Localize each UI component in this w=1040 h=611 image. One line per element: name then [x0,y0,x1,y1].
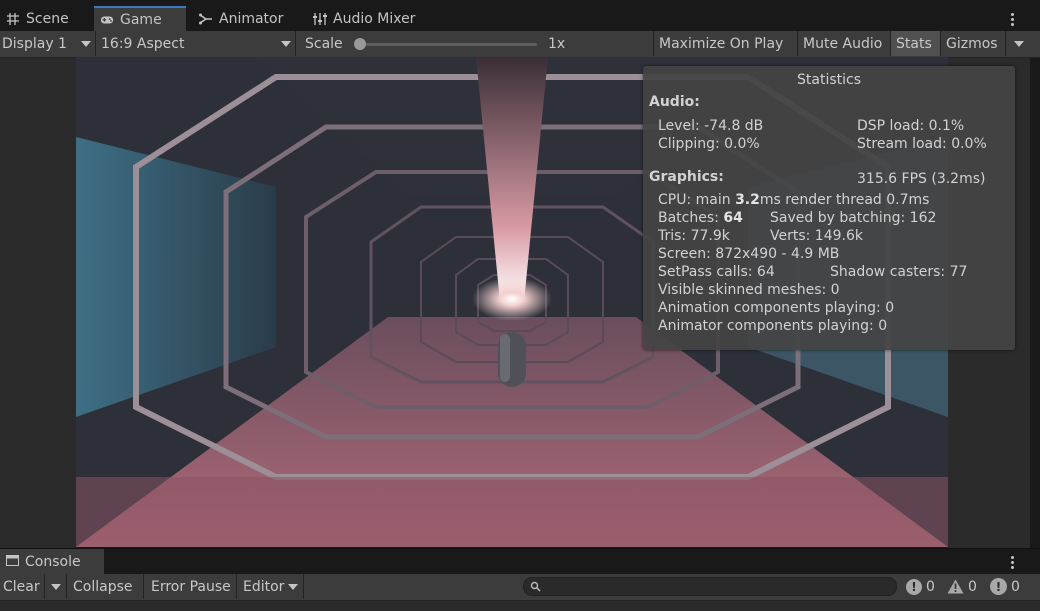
stats-batches-prefix: Batches: [658,210,724,226]
grid-icon [6,12,20,26]
tab-scene-label: Scene [26,11,69,27]
aspect-dropdown-label: 16:9 Aspect [101,35,185,52]
stats-clipping: Clipping: 0.0% [658,136,760,152]
statistics-panel: Statistics Audio: Level: -74.8 dB DSP lo… [643,66,1015,350]
scale-slider-track[interactable] [357,43,537,46]
scale-label: Scale [305,35,343,52]
console-menu-kebab-icon[interactable] [1006,552,1018,572]
error-icon: ! [990,578,1007,595]
gizmos-button[interactable]: Gizmos [940,31,1005,56]
stats-cpu-suffix: ms render thread 0.7ms [759,192,930,208]
gizmos-dropdown[interactable] [1005,31,1032,56]
stats-saved-by-batching: Saved by batching: 162 [770,210,937,226]
gizmos-label: Gizmos [946,35,998,52]
tab-menu-kebab-icon[interactable] [1006,9,1018,29]
editor-label: Editor [243,578,285,595]
console-toolbar: Clear Collapse Error Pause Editor ! 0 0 … [0,574,1040,601]
warning-count-toggle[interactable]: 0 [947,574,977,599]
console-log-area [0,601,1040,611]
stats-batches: Batches: 64 [658,210,743,226]
stats-audio-header: Audio: [649,94,700,110]
stats-title: Statistics [797,72,861,88]
tab-game-label: Game [120,11,162,28]
stats-cpu-prefix: CPU: main [658,192,736,208]
tab-animator-label: Animator [219,11,284,27]
stats-fps: 315.6 FPS (3.2ms) [857,171,986,187]
stats-label: Stats [896,35,932,52]
stats-cpu-main: 3.2 [735,192,760,208]
error-pause-button[interactable]: Error Pause [145,574,237,599]
chevron-down-icon [81,40,91,47]
maximize-on-play-button[interactable]: Maximize On Play [653,31,793,56]
stats-setpass: SetPass calls: 64 [658,264,775,280]
stats-skinned-meshes: Visible skinned meshes: 0 [658,282,840,298]
stats-animation-components: Animation components playing: 0 [658,300,895,316]
tab-console[interactable]: Console [0,549,104,574]
chevron-down-icon [50,583,61,590]
collapse-label: Collapse [73,578,133,595]
scale-value: 1x [548,35,566,52]
clear-label: Clear [3,578,40,595]
editor-dropdown[interactable]: Editor [238,574,304,599]
maximize-on-play-label: Maximize On Play [659,35,784,52]
stats-verts: Verts: 149.6k [770,228,863,244]
gamepad-icon [100,13,114,27]
warning-icon [947,579,964,594]
tab-scene[interactable]: Scene [0,7,93,31]
scale-slider-thumb[interactable] [354,38,366,50]
console-tab-bar [0,548,1040,575]
chevron-down-icon [1014,40,1024,47]
chevron-down-icon [288,583,299,590]
tab-animator[interactable]: Animator [193,7,303,31]
info-icon: ! [906,578,922,595]
console-search-input[interactable] [523,577,897,596]
letterbox-left [0,58,76,548]
tab-bar: Scene Game Animator Audio Mixer [0,6,1040,32]
stats-animator-components: Animator components playing: 0 [658,318,888,334]
mixer-icon [313,12,327,26]
chevron-down-icon [281,40,291,47]
stats-tris: Tris: 77.9k [658,228,730,244]
clear-button[interactable]: Clear [0,574,45,599]
tab-audio-mixer[interactable]: Audio Mixer [307,7,437,31]
tab-game[interactable]: Game [94,6,186,31]
stats-shadow-casters: Shadow casters: 77 [830,264,968,280]
error-count-toggle[interactable]: ! 0 [990,574,1020,599]
warning-count: 0 [968,578,977,595]
mute-audio-button[interactable]: Mute Audio [797,31,890,56]
aspect-dropdown[interactable]: 16:9 Aspect [97,31,296,56]
animator-icon [199,12,213,26]
mute-audio-label: Mute Audio [803,35,883,52]
display-dropdown-label: Display 1 [2,35,67,52]
search-icon [530,581,541,592]
log-count-toggle[interactable]: ! 0 [906,574,935,599]
console-icon [6,554,19,570]
stats-dsp-load: DSP load: 0.1% [857,118,965,134]
stats-stream-load: Stream load: 0.0% [857,136,987,152]
stats-cpu: CPU: main 3.2ms render thread 0.7ms [658,192,929,208]
tab-audio-mixer-label: Audio Mixer [333,11,416,27]
display-dropdown[interactable]: Display 1 [0,31,96,56]
stats-graphics-header: Graphics: [649,169,724,185]
game-toolbar: Display 1 16:9 Aspect Scale 1x Maximize … [0,31,1040,58]
stats-button[interactable]: Stats [890,31,940,56]
collapse-button[interactable]: Collapse [68,574,144,599]
window-edge [1030,58,1040,548]
log-count: 0 [926,578,935,595]
error-count: 0 [1011,578,1020,595]
stats-screen: Screen: 872x490 - 4.9 MB [658,246,840,262]
tab-console-label: Console [25,553,81,570]
error-pause-label: Error Pause [151,578,231,595]
clear-options-dropdown[interactable] [45,574,67,599]
stats-batches-value: 64 [723,210,743,226]
stats-audio-level: Level: -74.8 dB [658,118,764,134]
